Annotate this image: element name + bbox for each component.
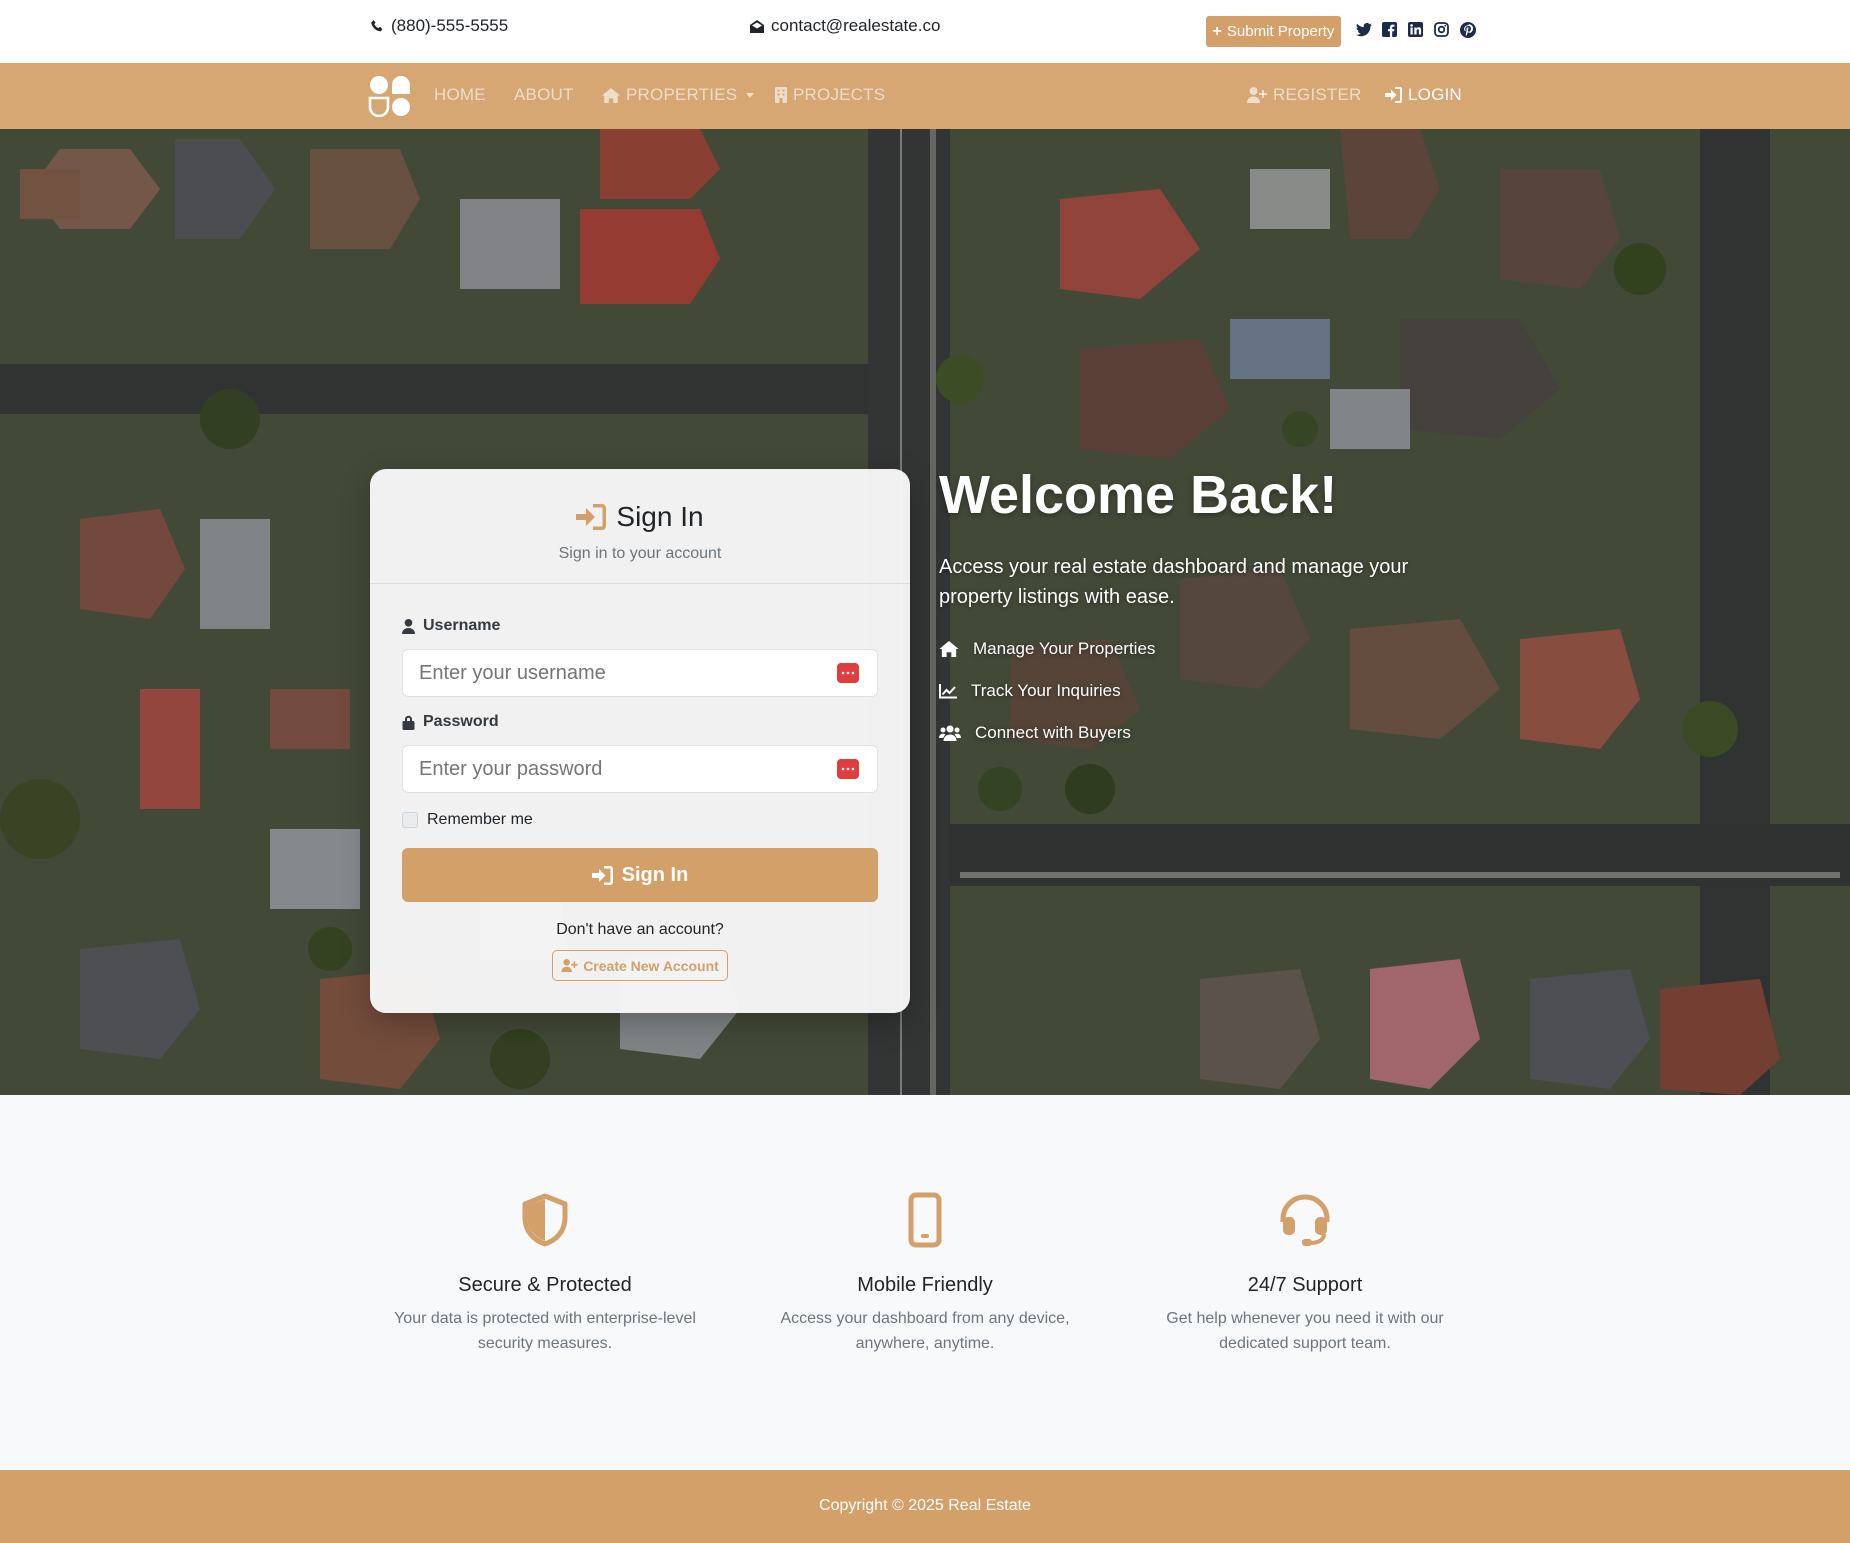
phone-icon [371, 19, 383, 31]
password-input[interactable] [419, 746, 819, 792]
sign-in-button-label: Sign In [621, 863, 689, 886]
list-item-label: Connect with Buyers [975, 723, 1131, 742]
sign-in-icon [576, 504, 607, 530]
username-field [402, 649, 878, 697]
sign-in-title: Sign In [370, 501, 910, 533]
pinterest-icon[interactable] [1459, 21, 1476, 38]
welcome-feature-list: Manage Your Properties Track Your Inquir… [939, 628, 1155, 754]
user-plus-icon [1247, 87, 1267, 103]
password-label: Password [402, 713, 499, 731]
twitter-icon[interactable] [1355, 21, 1372, 38]
feature-mobile: Mobile Friendly Access your dashboard fr… [765, 1190, 1085, 1356]
username-label-text: Username [423, 617, 501, 634]
feature-support: 24/7 Support Get help whenever you need … [1145, 1190, 1465, 1356]
feature-title: Mobile Friendly [857, 1274, 993, 1296]
phone-number: (880)-555-5555 [391, 16, 509, 35]
password-field [402, 745, 878, 793]
user-icon [402, 618, 415, 634]
sign-in-icon [1385, 87, 1402, 103]
feature-text: Get help whenever you need it with our d… [1166, 1310, 1444, 1352]
nav-about[interactable]: ABOUT [514, 85, 574, 105]
nav-login[interactable]: LOGIN [1385, 85, 1462, 105]
headset-icon [1280, 1194, 1330, 1246]
copyright-text: Copyright © 2025 Real Estate [819, 1497, 1031, 1514]
facebook-icon[interactable] [1381, 21, 1398, 38]
building-icon [775, 87, 787, 103]
feature-text: Access your dashboard from any device, a… [780, 1310, 1070, 1352]
contact-phone[interactable]: (880)-555-5555 [370, 16, 508, 36]
hero-overlay [0, 129, 1850, 1095]
nav-home[interactable]: HOME [434, 85, 486, 105]
nav-properties-dropdown[interactable]: PROPERTIES [602, 85, 755, 105]
feature-title: Secure & Protected [458, 1274, 632, 1296]
create-account-button[interactable]: Create New Account [552, 950, 728, 981]
remember-me: Remember me [402, 811, 533, 829]
list-item-label: Track Your Inquiries [971, 681, 1121, 700]
users-icon [939, 725, 961, 741]
feature-title: 24/7 Support [1247, 1274, 1363, 1296]
sign-in-button[interactable]: Sign In [402, 848, 878, 902]
list-item: Track Your Inquiries [939, 670, 1155, 712]
nav-register[interactable]: REGISTER [1247, 85, 1362, 105]
nav-login-label: LOGIN [1408, 85, 1462, 104]
password-manager-icon[interactable] [837, 759, 859, 779]
linkedin-icon[interactable] [1407, 21, 1424, 38]
list-item-label: Manage Your Properties [973, 639, 1156, 658]
brand-logo[interactable] [368, 75, 412, 117]
nav-properties-label: PROPERTIES [626, 85, 738, 104]
chevron-down-icon [746, 92, 755, 98]
home-icon [939, 641, 959, 657]
email-address: contact@realestate.co [771, 16, 941, 35]
nav-projects-label: PROJECTS [793, 85, 886, 104]
remember-me-label[interactable]: Remember me [427, 811, 533, 829]
contact-email[interactable]: contact@realestate.co [749, 16, 940, 36]
envelope-open-icon [750, 19, 764, 33]
password-manager-icon[interactable] [837, 663, 859, 683]
password-label-text: Password [423, 713, 499, 730]
user-plus-icon [561, 959, 578, 972]
shield-icon [522, 1193, 568, 1247]
feature-text: Your data is protected with enterprise-l… [394, 1310, 696, 1352]
top-bar: (880)-555-5555 contact@realestate.co + S… [0, 0, 1850, 63]
list-item: Manage Your Properties [939, 628, 1155, 670]
mobile-icon [908, 1192, 942, 1248]
nav-register-label: REGISTER [1273, 85, 1362, 104]
social-links [1355, 21, 1476, 38]
submit-property-label: Submit Property [1226, 23, 1335, 40]
main-navbar: HOME ABOUT PROPERTIES PROJECTS REGISTER … [0, 63, 1850, 129]
plus-icon: + [1212, 22, 1222, 40]
sign-in-title-text: Sign In [616, 501, 704, 532]
submit-property-button[interactable]: + Submit Property [1206, 16, 1341, 47]
feature-secure: Secure & Protected Your data is protecte… [385, 1190, 705, 1356]
remember-me-checkbox[interactable] [402, 812, 418, 828]
sign-in-card-header: Sign In Sign in to your account [370, 469, 910, 584]
features-section: Secure & Protected Your data is protecte… [0, 1095, 1850, 1470]
welcome-description: Access your real estate dashboard and ma… [939, 556, 1409, 608]
sign-in-icon [591, 865, 613, 885]
create-account-label: Create New Account [583, 957, 719, 974]
list-item: Connect with Buyers [939, 712, 1155, 754]
no-account-text: Don't have an account? [556, 921, 724, 938]
sign-in-subtitle: Sign in to your account [558, 545, 722, 562]
nav-about-label: ABOUT [514, 85, 574, 104]
footer: Copyright © 2025 Real Estate [0, 1470, 1850, 1543]
chart-line-icon [939, 683, 957, 698]
hero-section: Sign In Sign in to your account Username… [0, 129, 1850, 1095]
instagram-icon[interactable] [1433, 21, 1450, 38]
lock-icon [402, 715, 415, 730]
sign-in-card: Sign In Sign in to your account Username… [370, 469, 910, 1013]
nav-projects[interactable]: PROJECTS [775, 85, 885, 105]
welcome-heading: Welcome Back! [939, 465, 1338, 525]
username-label: Username [402, 617, 500, 635]
username-input[interactable] [419, 650, 819, 696]
home-icon [602, 87, 620, 103]
nav-home-label: HOME [434, 85, 486, 104]
